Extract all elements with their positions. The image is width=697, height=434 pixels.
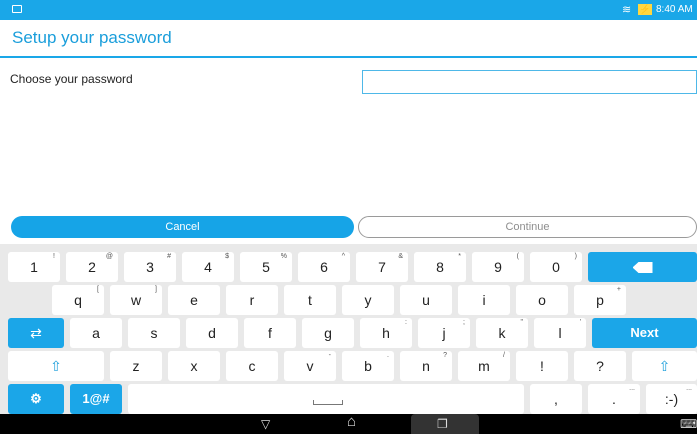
page-title: Setup your password [12, 28, 172, 47]
space-key[interactable] [128, 384, 524, 414]
key-h[interactable]: h: [360, 318, 412, 348]
home-button[interactable]: ⌂ [347, 414, 356, 430]
on-screen-keyboard: 1! 2 @ 3 # 4 $ 5% 6 ^ 7 & 8 * 9( 0) q[ w] e r … [0, 244, 697, 414]
key-v[interactable]: v- [284, 351, 336, 381]
settings-key[interactable]: ⚙ [8, 384, 64, 414]
key-l[interactable]: l ' [534, 318, 586, 348]
status-bar: ≋ ⚡ 8:40 AM [0, 0, 697, 20]
key-t[interactable]: t [284, 285, 336, 315]
key-q[interactable]: q[ [52, 285, 104, 315]
key-s[interactable]: s [128, 318, 180, 348]
cancel-button[interactable]: Cancel [11, 216, 354, 238]
key-7[interactable]: 7 & [356, 252, 408, 282]
key-r[interactable]: r [226, 285, 278, 315]
recent-apps-button[interactable]: ❐ [437, 416, 448, 432]
key-4[interactable]: 4 $ [182, 252, 234, 282]
key-o[interactable]: o [516, 285, 568, 315]
backspace-key[interactable] [588, 252, 697, 282]
key-e[interactable]: e [168, 285, 220, 315]
password-label: Choose your password [10, 72, 133, 86]
key-f[interactable]: f [244, 318, 296, 348]
navigation-bar: ▽ ⌂ ❐ ⌨ [0, 414, 697, 434]
shift-icon: ⇧ [658, 358, 671, 374]
key-b[interactable]: b. [342, 351, 394, 381]
key-question[interactable]: ? [574, 351, 626, 381]
key-2[interactable]: 2 @ [66, 252, 118, 282]
key-9[interactable]: 9( [472, 252, 524, 282]
spacebar-icon [313, 400, 343, 405]
key-k[interactable]: k " [476, 318, 528, 348]
key-c[interactable]: c [226, 351, 278, 381]
smiley-key[interactable]: :-)... [646, 384, 697, 414]
wifi-icon: ≋ [622, 4, 632, 16]
key-1[interactable]: 1! [8, 252, 60, 282]
symbols-key[interactable]: 1@# [70, 384, 122, 414]
shift-key-left[interactable]: ⇧ [8, 351, 104, 381]
next-key[interactable]: Next [592, 318, 697, 348]
password-input[interactable] [362, 70, 697, 94]
key-u[interactable]: u [400, 285, 452, 315]
tab-key[interactable]: ⇄ [8, 318, 64, 348]
title-divider [0, 56, 697, 58]
back-button[interactable]: ▽ [261, 416, 270, 432]
comma-key[interactable]: , [530, 384, 582, 414]
key-d[interactable]: d [186, 318, 238, 348]
key-z[interactable]: z [110, 351, 162, 381]
key-3[interactable]: 3 # [124, 252, 176, 282]
status-time: 8:40 AM [656, 4, 693, 15]
notification-icon [12, 5, 22, 13]
period-key[interactable]: .... [588, 384, 640, 414]
key-i[interactable]: i [458, 285, 510, 315]
key-0[interactable]: 0) [530, 252, 582, 282]
tab-icon: ⇄ [30, 325, 42, 341]
keyboard-icon[interactable]: ⌨ [680, 416, 697, 432]
backspace-icon [632, 262, 653, 273]
key-a[interactable]: a [70, 318, 122, 348]
key-m[interactable]: m / [458, 351, 510, 381]
continue-button[interactable]: Continue [358, 216, 697, 238]
key-p[interactable]: p + [574, 285, 626, 315]
key-w[interactable]: w] [110, 285, 162, 315]
key-6[interactable]: 6 ^ [298, 252, 350, 282]
key-y[interactable]: y [342, 285, 394, 315]
key-x[interactable]: x [168, 351, 220, 381]
battery-charging-icon: ⚡ [638, 4, 652, 15]
key-8[interactable]: 8 * [414, 252, 466, 282]
key-exclamation[interactable]: ! [516, 351, 568, 381]
key-5[interactable]: 5% [240, 252, 292, 282]
key-n[interactable]: n? [400, 351, 452, 381]
gear-icon: ⚙ [30, 391, 42, 406]
shift-icon: ⇧ [50, 358, 62, 374]
